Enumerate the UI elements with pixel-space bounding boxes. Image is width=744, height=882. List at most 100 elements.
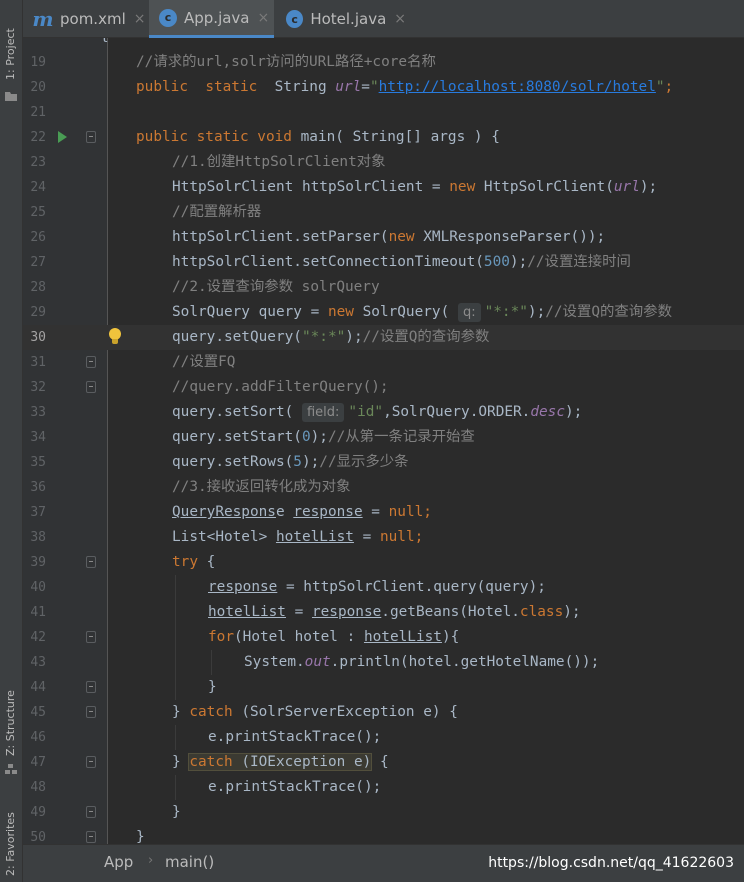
fold-icon[interactable] (86, 356, 96, 368)
code-token: HttpSolrClient httpSolrClient = (172, 179, 450, 195)
code-token: .println(hotel.getHotelName()); (330, 654, 600, 670)
close-icon[interactable]: × (134, 11, 146, 27)
code-line-19: 19 //请求的url,solr访问的URL路径+core名称 (23, 50, 744, 75)
close-icon[interactable]: × (258, 10, 270, 26)
structure-tool-tab[interactable]: Z: Structure (0, 680, 23, 780)
line-number: 45 (30, 705, 46, 720)
code-line-36: 36 //3.接收返回转化成为对象 (23, 475, 744, 500)
project-tool-tab[interactable]: 1: Project (0, 8, 23, 101)
code-text: e.printStackTrace(); (208, 775, 381, 800)
type: QueryRespons (172, 504, 276, 520)
code-text: for(Hotel hotel : hotelList){ (208, 625, 459, 650)
run-icon[interactable] (58, 131, 67, 143)
code-line-20: 20 public static String url="http://loca… (23, 75, 744, 100)
code-text: System.out.println(hotel.getHotelName())… (244, 650, 599, 675)
comment: //设置Q的查询参数 (545, 304, 672, 320)
code-token: HttpSolrClient( (475, 179, 614, 195)
code-token: } (172, 754, 190, 770)
close-icon[interactable]: × (394, 11, 406, 27)
code-line-39: 39 try { (23, 550, 744, 575)
code-token: } (208, 679, 217, 695)
comment: //设置连接时间 (527, 254, 631, 270)
tab-label: pom.xml (60, 10, 126, 28)
code-token: SolrQuery( (353, 304, 450, 320)
breadcrumb-method[interactable]: main() (165, 853, 214, 871)
fold-icon[interactable] (86, 556, 96, 568)
variable: hotelList (363, 629, 442, 645)
code-line-45: 45 } catch (SolrServerException e) { (23, 700, 744, 725)
code-token: query.setStart( (172, 429, 302, 445)
code-line-23: 23 //1.创建HttpSolrClient对象 (23, 150, 744, 175)
keyword: new (327, 304, 354, 320)
code-text: response = httpSolrClient.query(query); (208, 575, 546, 600)
keyword: new (449, 179, 476, 195)
variable: response (293, 504, 363, 520)
keyword: static (205, 79, 258, 95)
code-token: main( String[] args ) { (291, 129, 500, 145)
semicolon: ; (664, 79, 674, 95)
code-text: query.setStart(0);//从第一条记录开始查 (172, 425, 475, 450)
tab-label: Hotel.java (310, 10, 387, 28)
code-line-33: 33 query.setSort( field: "id",SolrQuery.O… (23, 400, 744, 425)
line-number: 40 (30, 580, 46, 595)
code-token: .getBeans(Hotel. (381, 604, 520, 620)
comment: //从第一条记录开始查 (327, 429, 475, 445)
maven-m-icon: m (32, 7, 54, 31)
keyword: public (136, 79, 188, 95)
code-line-21: 21 (23, 100, 744, 125)
breadcrumb-class[interactable]: App (104, 853, 133, 871)
indent-guide (175, 650, 176, 675)
favorites-tool-tab[interactable]: 2: Favorites (0, 800, 23, 880)
code-text: //3.接收返回转化成为对象 (172, 475, 351, 500)
code-token: = (285, 604, 312, 620)
code-token: } (136, 829, 145, 844)
code-line-38: 38 List<Hotel> hotelList = null; (23, 525, 744, 550)
code-text: public static String url="http://localho… (136, 75, 673, 100)
tab-pom-xml[interactable]: m pom.xml × (23, 0, 147, 38)
code-token: e (275, 504, 285, 520)
code-line-29: 29 SolrQuery query = new SolrQuery( q: "*… (23, 300, 744, 325)
fold-icon[interactable] (86, 706, 96, 718)
code-text: List<Hotel> hotelList = null; (172, 525, 423, 550)
code-text: httpSolrClient.setConnectionTimeout(500)… (172, 250, 631, 275)
fold-icon[interactable] (86, 381, 96, 393)
code-line-27: 27 httpSolrClient.setConnectionTimeout(5… (23, 250, 744, 275)
code-line-46: 46 e.printStackTrace(); (23, 725, 744, 750)
line-number: 19 (30, 55, 46, 70)
project-tool-label: 1: Project (4, 28, 17, 80)
code-token: ){ (441, 629, 460, 645)
indent-guide (175, 600, 176, 625)
tab-hotel-java[interactable]: c Hotel.java × (276, 0, 406, 38)
fold-icon[interactable] (86, 756, 96, 768)
code-line-47: 47 } catch (IOException e) { (23, 750, 744, 775)
code-text: e.printStackTrace(); (208, 725, 381, 750)
field: desc (530, 404, 566, 420)
comment: //设置FQ (172, 354, 236, 370)
tab-app-java[interactable]: c App.java × (149, 0, 274, 38)
fold-icon[interactable] (86, 806, 96, 818)
code-line-partial: { (23, 38, 744, 48)
code-token: = httpSolrClient.query(query); (277, 579, 546, 595)
url-link[interactable]: http://localhost:8080/solr/hotel (379, 79, 656, 95)
code-token: SolrQuery query = (172, 304, 328, 320)
comment: //1.创建HttpSolrClient对象 (172, 154, 386, 170)
code-text: } (136, 825, 145, 844)
fold-icon[interactable] (86, 681, 96, 693)
line-number: 35 (30, 455, 46, 470)
code-text: //1.创建HttpSolrClient对象 (172, 150, 386, 175)
code-text: //2.设置查询参数 solrQuery (172, 275, 380, 300)
line-number: 48 (30, 780, 46, 795)
lightbulb-icon[interactable] (108, 328, 122, 346)
code-token: ); (565, 404, 583, 420)
code-token: query.setRows( (172, 454, 294, 470)
tab-label: App.java (184, 8, 250, 27)
fold-icon[interactable] (86, 631, 96, 643)
line-number: 43 (30, 655, 46, 670)
code-line-32: 32 //query.addFilterQuery(); (23, 375, 744, 400)
code-text: } (172, 800, 181, 825)
code-text: } (208, 675, 217, 700)
fold-icon[interactable] (86, 831, 96, 843)
structure-icon (5, 764, 17, 774)
fold-icon[interactable] (86, 131, 96, 143)
code-text: //query.addFilterQuery(); (172, 375, 389, 400)
